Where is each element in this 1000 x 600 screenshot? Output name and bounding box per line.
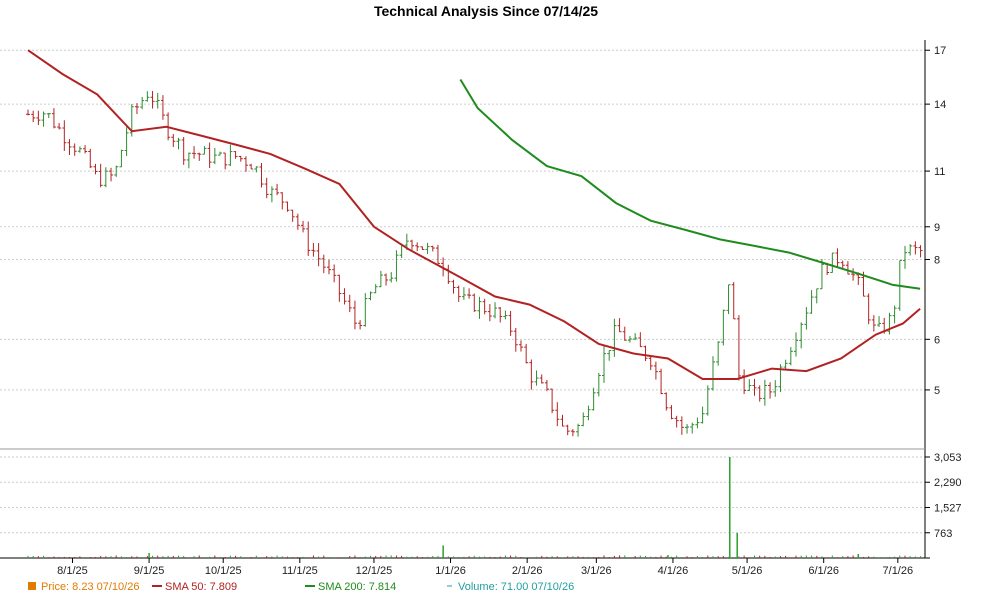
date-tick-label: 1/1/26 [435,565,466,577]
volume-tick-label: 1,527 [934,502,962,514]
volume-tick-label: 2,290 [934,477,962,489]
legend-label-price: Price: 8.23 07/10/26 [41,581,139,593]
volume-tick-label: 763 [934,528,952,540]
legend-label-sma200: SMA 200: 7.814 [318,581,396,593]
chart-title: Technical Analysis Since 07/14/25 [374,3,598,19]
technical-analysis-chart: Technical Analysis Since 07/14/25 17 14 11… [0,0,1000,600]
date-tick-label: 12/1/25 [356,565,393,577]
legend-label-sma50: SMA 50: 7.809 [165,581,237,593]
price-tick-label: 14 [934,99,946,111]
date-tick-label: 3/1/26 [581,565,612,577]
date-tick-label: 11/1/25 [282,565,318,577]
date-tick-label: 2/1/26 [512,565,543,577]
date-tick-label: 10/1/25 [205,565,242,577]
chart-svg: Technical Analysis Since 07/14/25 17 14 11… [0,0,1000,600]
date-tick-label: 9/1/25 [134,565,165,577]
date-tick-label: 8/1/25 [57,565,88,577]
chart-background [0,0,1000,600]
volume-tick-label: 3,053 [934,452,962,464]
price-tick-label: 17 [934,45,946,57]
date-tick-label: 5/1/26 [732,565,763,577]
price-tick-label: 9 [934,222,940,234]
price-tick-label: 5 [934,385,940,397]
date-tick-label: 7/1/26 [883,565,914,577]
price-tick-label: 6 [934,334,940,346]
price-tick-label: 11 [934,166,945,178]
legend-swatch-price [28,582,36,590]
date-tick-label: 6/1/26 [808,565,839,577]
date-tick-label: 4/1/26 [658,565,689,577]
price-tick-label: 8 [934,254,940,266]
legend-label-volume: Volume: 71.00 07/10/26 [458,581,574,593]
